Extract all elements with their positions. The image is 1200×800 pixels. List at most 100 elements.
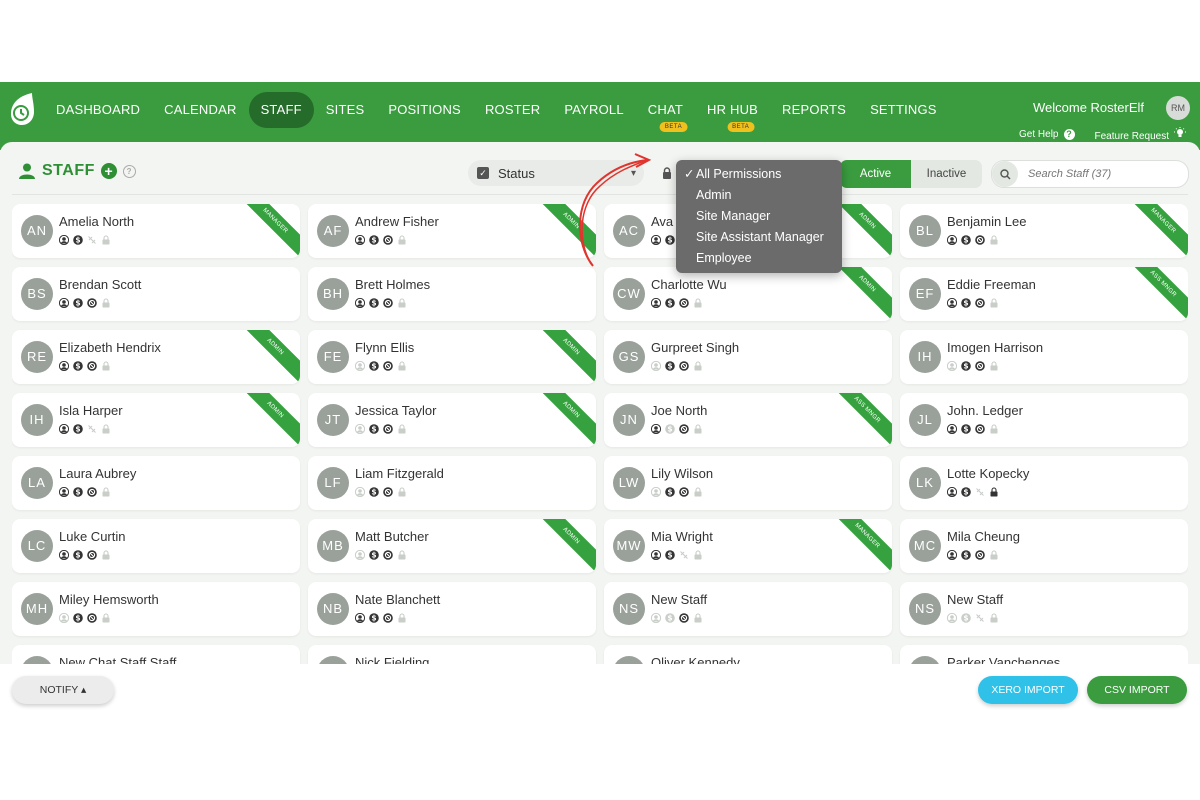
staff-card[interactable]: AN Amelia North $ MANAGER: [12, 204, 300, 258]
role-ribbon: ASS MNGR: [1121, 267, 1188, 321]
search-icon[interactable]: [992, 161, 1018, 187]
staff-status-icons: $: [947, 487, 999, 497]
lock-icon: [398, 487, 406, 497]
staff-name: Elizabeth Hendrix: [59, 340, 161, 355]
permission-option-label: Employee: [696, 251, 752, 265]
staff-name: Lily Wilson: [651, 466, 714, 481]
staff-name: Brendan Scott: [59, 277, 142, 292]
staff-card[interactable]: CW Charlotte Wu $ ADMIN: [604, 267, 892, 321]
permission-option-all-permissions[interactable]: ✓ All Permissions: [676, 164, 842, 185]
staff-card[interactable]: LC Luke Curtin $: [12, 519, 300, 573]
employee-badge-icon: [651, 361, 661, 371]
xero-import-button[interactable]: XERO IMPORT: [978, 676, 1078, 704]
staff-card[interactable]: NS New Staff $: [900, 582, 1188, 636]
payroll-icon: $: [665, 550, 675, 560]
permission-option-site-manager[interactable]: Site Manager: [676, 206, 842, 227]
feature-request-link[interactable]: Feature Request: [1095, 127, 1186, 142]
staff-card[interactable]: GS Gurpreet Singh $: [604, 330, 892, 384]
staff-status-icons: $: [651, 424, 703, 434]
role-ribbon: ADMIN: [825, 267, 892, 321]
staff-card[interactable]: AF Andrew Fisher $ ADMIN: [308, 204, 596, 258]
svg-text:$: $: [371, 299, 376, 308]
payroll-icon: $: [961, 298, 971, 308]
staff-card[interactable]: JT Jessica Taylor $ ADMIN: [308, 393, 596, 447]
nav-item-hr-hub[interactable]: HR HUB BETA: [695, 92, 770, 132]
permission-option-admin[interactable]: Admin: [676, 185, 842, 206]
staff-card[interactable]: LK Lotte Kopecky $: [900, 456, 1188, 510]
inactive-toggle-button[interactable]: Inactive: [911, 160, 982, 188]
staff-card[interactable]: IH Isla Harper $ ADMIN: [12, 393, 300, 447]
annotation-arrow: [579, 153, 652, 267]
staff-name: Andrew Fisher: [355, 214, 439, 229]
staff-card[interactable]: LW Lily Wilson $: [604, 456, 892, 510]
staff-name: Charlotte Wu: [651, 277, 727, 292]
payroll-icon: $: [961, 550, 971, 560]
staff-card[interactable]: MC Mila Cheung $: [900, 519, 1188, 573]
staff-avatar: LC: [21, 530, 53, 562]
staff-card[interactable]: BS Brendan Scott $: [12, 267, 300, 321]
staff-status-icons: $: [355, 298, 407, 308]
search-input[interactable]: [1026, 167, 1180, 181]
permission-option-employee[interactable]: Employee: [676, 248, 842, 269]
nav-item-sites[interactable]: SITES: [314, 92, 377, 128]
staff-card[interactable]: NB Nate Blanchett $: [308, 582, 596, 636]
lock-icon: [694, 361, 702, 371]
nav-item-settings[interactable]: SETTINGS: [858, 92, 949, 128]
employee-badge-icon: [651, 613, 661, 623]
staff-card[interactable]: JN Joe North $ ASS MNGR: [604, 393, 892, 447]
nav-item-reports[interactable]: REPORTS: [770, 92, 858, 128]
staff-card[interactable]: LA Laura Aubrey $: [12, 456, 300, 510]
staff-avatar: AN: [21, 215, 53, 247]
staff-name: New Staff: [651, 592, 708, 607]
staff-card[interactable]: JL John. Ledger $: [900, 393, 1188, 447]
staff-card[interactable]: RE Elizabeth Hendrix $ ADMIN: [12, 330, 300, 384]
csv-import-button[interactable]: CSV IMPORT: [1087, 676, 1187, 704]
chat-disabled-icon: [679, 613, 689, 623]
staff-avatar: NB: [317, 593, 349, 625]
staff-card[interactable]: BL Benjamin Lee $ MANAGER: [900, 204, 1188, 258]
add-staff-button[interactable]: +: [100, 163, 117, 179]
lock-icon: [398, 550, 406, 560]
staff-name: Gurpreet Singh: [651, 340, 740, 355]
notify-button[interactable]: NOTIFY ▴: [12, 676, 114, 704]
permission-option-site-assistant-manager[interactable]: Site Assistant Manager: [676, 227, 842, 248]
staff-card[interactable]: BH Brett Holmes $: [308, 267, 596, 321]
rosterelf-logo[interactable]: [8, 92, 36, 126]
employee-badge-icon: [947, 613, 957, 623]
staff-card[interactable]: MW Mia Wright $ MANAGER: [604, 519, 892, 573]
staff-card[interactable]: MH Miley Hemsworth $: [12, 582, 300, 636]
nav-item-payroll[interactable]: PAYROLL: [552, 92, 635, 128]
nav-item-dashboard[interactable]: DASHBOARD: [44, 92, 152, 128]
staff-status-icons: $: [947, 613, 999, 623]
employee-badge-icon: [59, 550, 69, 560]
staff-card[interactable]: NS New Staff $: [604, 582, 892, 636]
staff-card[interactable]: IH Imogen Harrison $: [900, 330, 1188, 384]
nav-item-calendar[interactable]: CALENDAR: [152, 92, 248, 128]
payroll-icon: $: [665, 424, 675, 434]
staff-card[interactable]: LF Liam Fitzgerald $: [308, 456, 596, 510]
staff-card[interactable]: FE Flynn Ellis $ ADMIN: [308, 330, 596, 384]
staff-status-icons: $: [947, 550, 999, 560]
nav-item-roster[interactable]: ROSTER: [473, 92, 552, 128]
svg-text:$: $: [667, 362, 672, 371]
nav-item-chat[interactable]: CHAT BETA: [636, 92, 695, 132]
staff-avatar: BH: [317, 278, 349, 310]
staff-status-icons: $: [355, 424, 407, 434]
chat-disabled-icon: [679, 424, 689, 434]
nav-item-staff[interactable]: STAFF: [248, 92, 314, 128]
staff-name: Laura Aubrey: [59, 466, 137, 481]
staff-avatar: FE: [317, 341, 349, 373]
staff-card[interactable]: EF Eddie Freeman $ ASS MNGR: [900, 267, 1188, 321]
get-help-link[interactable]: Get Help?: [1019, 129, 1075, 140]
staff-card[interactable]: MB Matt Butcher $ ADMIN: [308, 519, 596, 573]
nav-item-positions[interactable]: POSITIONS: [376, 92, 473, 128]
lock-icon: [102, 550, 110, 560]
lock-icon: [990, 487, 998, 497]
user-avatar[interactable]: RM: [1166, 96, 1190, 120]
chat-disabled-icon: [680, 551, 688, 559]
info-icon[interactable]: ?: [122, 164, 136, 178]
svg-text:$: $: [75, 551, 80, 560]
chat-disabled-icon: [383, 424, 393, 434]
active-toggle-button[interactable]: Active: [840, 160, 911, 188]
staff-avatar: AF: [317, 215, 349, 247]
